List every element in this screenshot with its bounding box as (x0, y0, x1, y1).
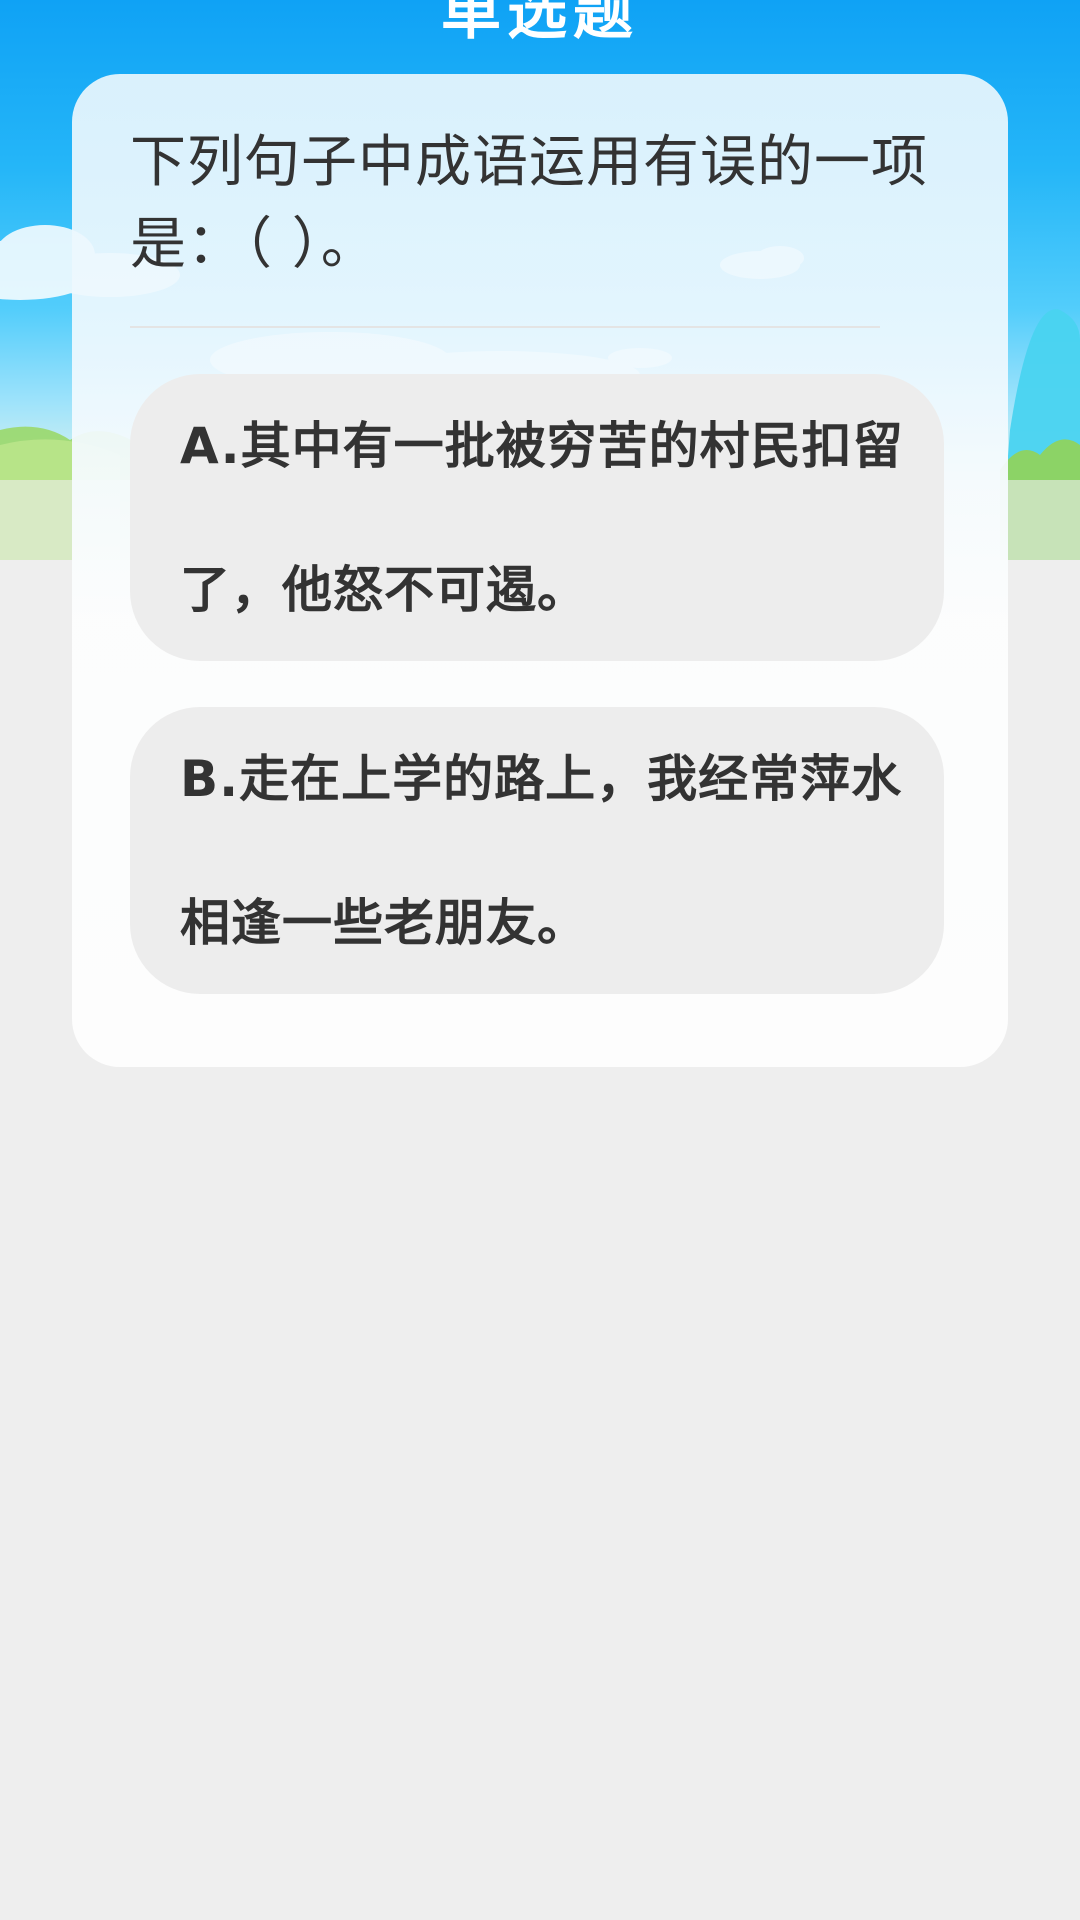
quiz-screen: 单选题 下列句子中成语运用有误的一项是：（ ）。 A.其中有一批被穷苦的村民扣留… (0, 0, 1080, 1920)
option-a-button[interactable]: A.其中有一批被穷苦的村民扣留了，他怒不可遏。 (130, 374, 944, 661)
option-b-button[interactable]: B.走在上学的路上，我经常萍水相逢一些老朋友。 (130, 707, 944, 994)
option-b-label: B.走在上学的路上，我经常萍水相逢一些老朋友。 (180, 750, 903, 952)
page-title: 单选题 (441, 0, 639, 48)
divider (130, 326, 880, 328)
question-card: 下列句子中成语运用有误的一项是：（ ）。 A.其中有一批被穷苦的村民扣留了，他怒… (72, 74, 1008, 1067)
option-a-label: A.其中有一批被穷苦的村民扣留了，他怒不可遏。 (180, 417, 904, 619)
question-text: 下列句子中成语运用有误的一项是：（ ）。 (130, 130, 928, 277)
